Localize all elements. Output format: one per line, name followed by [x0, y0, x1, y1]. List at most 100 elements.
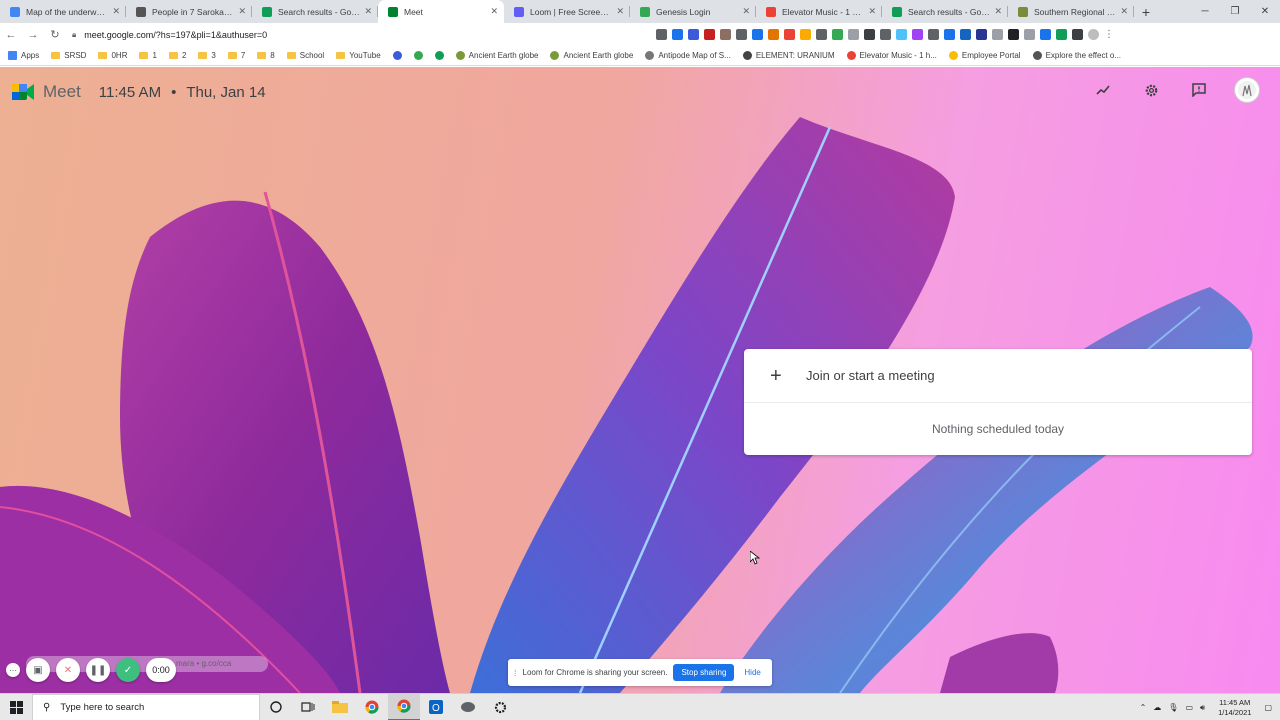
extension-icon[interactable]: [896, 29, 907, 40]
bookmark-item[interactable]: School: [286, 51, 324, 60]
settings-gear-icon[interactable]: [1138, 77, 1164, 103]
onedrive-icon[interactable]: ☁: [1153, 703, 1161, 712]
meet-brand[interactable]: Meet: [43, 82, 81, 102]
extension-icon[interactable]: [912, 29, 923, 40]
settings-icon[interactable]: [484, 694, 516, 720]
bookmark-item[interactable]: Employee Portal: [948, 51, 1021, 60]
extension-icon[interactable]: [992, 29, 1003, 40]
bookmark-item[interactable]: Explore the effect o...: [1032, 51, 1121, 60]
loom-cancel-icon[interactable]: ✕: [56, 658, 80, 682]
extension-icon[interactable]: [880, 29, 891, 40]
extension-icon[interactable]: [816, 29, 827, 40]
extension-icon[interactable]: [944, 29, 955, 40]
browser-tab[interactable]: Search results - Google ✕: [882, 0, 1008, 23]
tab-close-icon[interactable]: ✕: [112, 6, 120, 17]
bookmark-item[interactable]: Ancient Earth globe: [455, 51, 538, 60]
minimize-icon[interactable]: ─: [1190, 0, 1220, 23]
notifications-icon[interactable]: ▢: [1264, 703, 1272, 712]
drag-handle-icon[interactable]: ⁞: [514, 668, 517, 678]
browser-tab[interactable]: Map of the underworld ✕: [0, 0, 126, 23]
extension-icon[interactable]: [960, 29, 971, 40]
extension-icon[interactable]: [928, 29, 939, 40]
download-icon[interactable]: [1008, 29, 1019, 40]
extension-icon[interactable]: [704, 29, 715, 40]
loom-finish-icon[interactable]: ✓: [116, 658, 140, 682]
extension-icon[interactable]: [768, 29, 779, 40]
camera-icon[interactable]: [656, 29, 667, 40]
tab-close-icon[interactable]: ✕: [364, 6, 372, 17]
star-icon[interactable]: [672, 29, 683, 40]
bookmark-item[interactable]: [434, 51, 444, 60]
tray-chevron-icon[interactable]: ⌃: [1140, 703, 1147, 712]
forward-icon[interactable]: →: [22, 29, 44, 41]
browser-tab[interactable]: Genesis Login ✕: [630, 0, 756, 23]
feedback-icon[interactable]: [1186, 77, 1212, 103]
hide-button[interactable]: Hide: [744, 668, 760, 677]
network-icon[interactable]: ▭: [1185, 703, 1193, 712]
bookmark-item[interactable]: Ancient Earth globe: [550, 51, 633, 60]
extension-icon[interactable]: [976, 29, 987, 40]
tab-close-icon[interactable]: ✕: [616, 6, 624, 17]
browser-tab[interactable]: Meet ✕: [378, 0, 504, 23]
loom-camera-icon[interactable]: ▣: [26, 658, 50, 682]
extension-icon[interactable]: [720, 29, 731, 40]
tab-close-icon[interactable]: ✕: [1120, 6, 1128, 17]
close-window-icon[interactable]: ✕: [1250, 0, 1280, 23]
extension-icon[interactable]: [784, 29, 795, 40]
puzzle-icon[interactable]: [1072, 29, 1083, 40]
bookmark-item[interactable]: SRSD: [51, 51, 86, 60]
browser-tab[interactable]: Loom | Free Screen & V ✕: [504, 0, 630, 23]
restore-icon[interactable]: ❐: [1220, 0, 1250, 23]
tab-close-icon[interactable]: ✕: [238, 6, 246, 17]
bookmark-item[interactable]: Apps: [8, 51, 39, 60]
tab-close-icon[interactable]: ✕: [742, 6, 750, 17]
bookmark-item[interactable]: ELEMENT: URANIUM: [742, 51, 835, 60]
bookmark-item[interactable]: 8: [257, 51, 275, 60]
bookmark-item[interactable]: YouTube: [336, 51, 381, 60]
extension-icon[interactable]: [688, 29, 699, 40]
back-icon[interactable]: ←: [0, 29, 22, 41]
tab-close-icon[interactable]: ✕: [868, 6, 876, 17]
bookmark-item[interactable]: Elevator Music - 1 h...: [846, 51, 937, 60]
browser-tab[interactable]: Elevator Music - 1 hour ✕: [756, 0, 882, 23]
extension-icon[interactable]: [848, 29, 859, 40]
extension-icon[interactable]: [864, 29, 875, 40]
bookmark-item[interactable]: Antipode Map of S...: [645, 51, 731, 60]
bookmark-item[interactable]: 3: [198, 51, 216, 60]
bookmark-item[interactable]: 0HR: [98, 51, 127, 60]
windows-start-icon[interactable]: [0, 694, 32, 720]
tab-close-icon[interactable]: ✕: [490, 6, 498, 17]
task-view-icon[interactable]: [292, 694, 324, 720]
extension-icon[interactable]: [1024, 29, 1035, 40]
extension-icon[interactable]: [736, 29, 747, 40]
bookmark-item[interactable]: 2: [168, 51, 186, 60]
new-tab-button[interactable]: +: [1134, 0, 1158, 23]
extension-icon[interactable]: [832, 29, 843, 40]
reload-icon[interactable]: ↻: [44, 28, 66, 41]
bookmark-item[interactable]: [392, 51, 402, 60]
loom-more-icon[interactable]: ⋯: [6, 663, 20, 677]
loom-pause-icon[interactable]: ❚❚: [86, 658, 110, 682]
bookmark-item[interactable]: 7: [227, 51, 245, 60]
file-explorer-icon[interactable]: [324, 694, 356, 720]
microphone-icon[interactable]: 🎙︎: [1168, 703, 1178, 712]
address-bar[interactable]: 🔒︎ meet.google.com/?hs=197&pli=1&authuse…: [72, 25, 692, 44]
outlook-icon[interactable]: O: [420, 694, 452, 720]
browser-tab[interactable]: Search results - Google ✕: [252, 0, 378, 23]
bookmark-item[interactable]: 1: [139, 51, 157, 60]
stop-sharing-button[interactable]: Stop sharing: [673, 664, 735, 681]
chromebook-app-icon[interactable]: [452, 694, 484, 720]
extension-icon[interactable]: [1040, 29, 1051, 40]
chrome-icon[interactable]: [356, 694, 388, 720]
join-or-start-meeting-button[interactable]: + Join or start a meeting: [744, 349, 1252, 403]
bookmark-item[interactable]: [413, 51, 423, 60]
tab-close-icon[interactable]: ✕: [994, 6, 1002, 17]
account-avatar[interactable]: [1234, 77, 1260, 103]
browser-tab[interactable]: Southern Regional Sch ✕: [1008, 0, 1134, 23]
volume-icon[interactable]: 🔊︎: [1200, 703, 1205, 713]
browser-tab[interactable]: People in 7 Saroka Sci ✕: [126, 0, 252, 23]
extension-icon[interactable]: [800, 29, 811, 40]
cortana-icon[interactable]: [260, 694, 292, 720]
extension-icon[interactable]: [752, 29, 763, 40]
taskbar-clock[interactable]: 11:45 AM 1/14/2021: [1218, 698, 1251, 718]
